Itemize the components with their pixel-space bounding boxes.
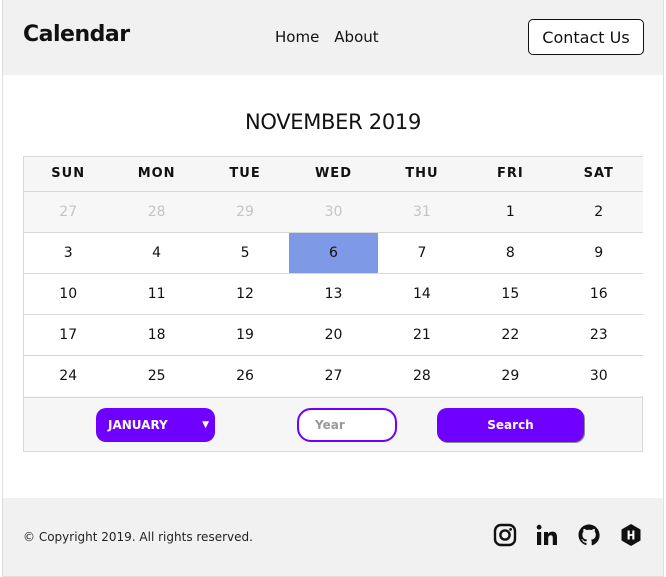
day-cell[interactable]: 20 (289, 313, 378, 355)
weekday-tue: TUE (200, 157, 290, 192)
year-input[interactable] (297, 408, 397, 442)
page: Calendar Home About Contact Us NOVEMBER … (2, 0, 664, 577)
social-links (493, 523, 643, 547)
day-cell[interactable]: 5 (200, 231, 290, 273)
day-cell[interactable]: 28 (377, 354, 467, 396)
week-row: 17 18 19 20 21 22 23 (24, 313, 643, 355)
day-cell-selected[interactable]: 6 (289, 231, 378, 273)
day-cell[interactable]: 11 (112, 272, 201, 314)
contact-us-button[interactable]: Contact Us (528, 19, 644, 55)
nav-about-link[interactable]: About (334, 28, 378, 46)
day-cell[interactable]: 13 (289, 272, 378, 314)
day-cell[interactable]: 4 (112, 231, 201, 273)
day-cell[interactable]: 15 (466, 272, 555, 314)
week-row: 27 28 29 30 31 1 2 (24, 191, 643, 232)
day-cell[interactable]: 30 (554, 354, 643, 396)
day-cell[interactable]: 9 (554, 231, 643, 273)
day-cell[interactable]: 31 (377, 191, 467, 232)
nav-home-link[interactable]: Home (275, 28, 319, 46)
search-button[interactable]: Search (437, 408, 584, 442)
day-cell[interactable]: 3 (24, 231, 113, 273)
weekday-mon: MON (112, 157, 201, 192)
header: Calendar Home About Contact Us (3, 0, 663, 75)
day-cell[interactable]: 8 (466, 231, 555, 273)
calendar-grid: SUN MON TUE WED THU FRI SAT 27 28 29 30 31 1 2… (24, 157, 643, 396)
month-select-value: JANUARY (108, 418, 168, 432)
weekday-thu: THU (377, 157, 467, 192)
day-cell[interactable]: 1 (466, 191, 555, 232)
weekday-sat: SAT (554, 157, 643, 192)
calendar-controls: JANUARY ▼ Search (24, 397, 642, 451)
day-cell[interactable]: 18 (112, 313, 201, 355)
copyright-text: © Copyright 2019. All rights reserved. (23, 530, 253, 544)
week-row: 10 11 12 13 14 15 16 (24, 272, 643, 314)
day-cell[interactable]: 23 (554, 313, 643, 355)
weekday-fri: FRI (466, 157, 555, 192)
linkedin-icon[interactable] (535, 523, 559, 547)
day-cell[interactable]: 14 (377, 272, 467, 314)
main-nav: Home About (275, 28, 379, 46)
day-cell[interactable]: 24 (24, 354, 113, 396)
day-cell[interactable]: 12 (200, 272, 290, 314)
day-cell[interactable]: 27 (289, 354, 378, 396)
day-cell[interactable]: 17 (24, 313, 113, 355)
day-cell[interactable]: 29 (466, 354, 555, 396)
day-cell[interactable]: 27 (24, 191, 113, 232)
day-cell[interactable]: 16 (554, 272, 643, 314)
brand-logo[interactable]: Calendar (23, 22, 130, 47)
week-row: 24 25 26 27 28 29 30 (24, 354, 643, 396)
calendar: SUN MON TUE WED THU FRI SAT 27 28 29 30 31 1 2… (23, 156, 643, 452)
week-row: 3456789 (24, 231, 643, 273)
hashnode-icon[interactable] (619, 523, 643, 547)
chevron-down-icon: ▼ (202, 420, 209, 430)
weekday-wed: WED (289, 157, 378, 192)
day-cell[interactable]: 22 (466, 313, 555, 355)
month-select[interactable]: JANUARY ▼ (96, 408, 215, 442)
day-cell[interactable]: 26 (200, 354, 290, 396)
footer: © Copyright 2019. All rights reserved. (3, 498, 663, 576)
github-icon[interactable] (577, 523, 601, 547)
day-cell[interactable]: 28 (112, 191, 201, 232)
day-cell[interactable]: 21 (377, 313, 467, 355)
day-cell[interactable]: 29 (200, 191, 290, 232)
weekday-sun: SUN (24, 157, 113, 192)
day-cell[interactable]: 25 (112, 354, 201, 396)
day-cell[interactable]: 10 (24, 272, 113, 314)
day-cell[interactable]: 19 (200, 313, 290, 355)
instagram-icon[interactable] (493, 523, 517, 547)
day-cell[interactable]: 2 (554, 191, 643, 232)
weekday-header-row: SUN MON TUE WED THU FRI SAT (24, 157, 643, 192)
day-cell[interactable]: 30 (289, 191, 378, 232)
day-cell[interactable]: 7 (377, 231, 467, 273)
month-title: NOVEMBER 2019 (244, 110, 422, 134)
